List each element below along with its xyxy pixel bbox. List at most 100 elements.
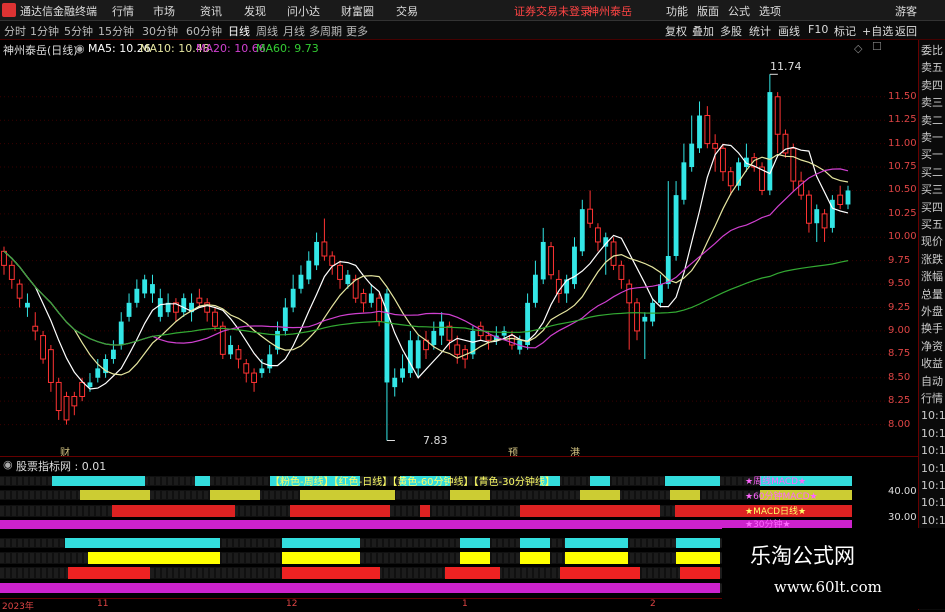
side-panel-item[interactable]: 买三 <box>921 183 943 197</box>
indicator-toggle-icon[interactable]: ◉ <box>3 458 13 471</box>
side-panel-item[interactable]: 10:11 <box>921 462 945 476</box>
ma20-line <box>3 168 849 349</box>
indicator-tick <box>156 477 160 485</box>
indicator-tick <box>366 553 370 563</box>
indicator-tick <box>96 506 100 516</box>
side-panel-item[interactable]: 总量 <box>921 288 943 302</box>
side-panel-item[interactable]: 10:11 <box>921 444 945 458</box>
indicator-tick <box>492 553 496 563</box>
ma60-label: MA60: 9.73 <box>256 42 319 55</box>
indicator-tick <box>528 491 532 499</box>
period-timeshare[interactable]: 分时 <box>4 23 26 39</box>
tool-multistock[interactable]: 多股 <box>720 23 742 39</box>
tool-stats[interactable]: 统计 <box>749 23 771 39</box>
indicator-tick <box>378 553 382 563</box>
indicator-tick <box>738 491 742 499</box>
side-panel-item[interactable]: 买二 <box>921 166 943 180</box>
side-panel-item[interactable]: 10:11 <box>921 409 945 423</box>
indicator-tick <box>42 506 46 516</box>
tool-overlay[interactable]: 叠加 <box>692 23 714 39</box>
menu-ask[interactable]: 问小达 <box>287 3 320 19</box>
candlestick-chart[interactable] <box>0 56 886 456</box>
side-panel-item[interactable]: 净资 <box>921 340 943 354</box>
ma-toggle-icon[interactable]: ◉ <box>75 42 85 55</box>
period-more[interactable]: 更多 <box>346 23 368 39</box>
login-notice[interactable]: 证券交易未登录 <box>514 3 591 19</box>
candle-body <box>118 321 124 345</box>
period-weekly[interactable]: 周线 <box>256 23 278 39</box>
tool-mark[interactable]: 标记 <box>834 23 856 39</box>
indicator-tick <box>456 506 460 516</box>
tag-60min-macd: ★60分钟MACD★ <box>745 492 818 502</box>
side-panel-item[interactable]: 外盘 <box>921 305 943 319</box>
period-daily[interactable]: 日线 <box>228 23 250 39</box>
indicator-tick <box>24 568 28 578</box>
guest-label[interactable]: 游客 <box>895 3 917 19</box>
indicator-tick <box>72 491 76 499</box>
indicator-tick <box>6 506 10 516</box>
menu-function[interactable]: 功能 <box>666 3 688 19</box>
menu-discover[interactable]: 发现 <box>244 3 266 19</box>
candle-body <box>40 335 46 360</box>
indicator-tick <box>450 539 454 547</box>
menu-options[interactable]: 选项 <box>759 3 781 19</box>
side-panel-item[interactable]: 卖四 <box>921 79 943 93</box>
indicator-tick <box>654 568 658 578</box>
indicator-tick <box>630 477 634 485</box>
y-tick-label: 8.00 <box>888 418 911 430</box>
side-panel-item[interactable]: 涨幅 <box>921 270 943 284</box>
period-1min[interactable]: 1分钟 <box>30 23 59 39</box>
side-panel-item[interactable]: 买五 <box>921 218 943 232</box>
side-panel-item[interactable]: 涨跌 <box>921 253 943 267</box>
tool-draw[interactable]: 画线 <box>778 23 800 39</box>
menu-quotes[interactable]: 行情 <box>112 3 134 19</box>
indicator-tick <box>180 477 184 485</box>
period-15min[interactable]: 15分钟 <box>98 23 134 39</box>
indicator-band <box>670 490 700 500</box>
period-5min[interactable]: 5分钟 <box>64 23 93 39</box>
tool-back[interactable]: 返回 <box>895 23 917 39</box>
tool-f10[interactable]: F10 <box>808 23 828 36</box>
indicator-tick <box>0 506 4 516</box>
side-panel-item[interactable]: 换手 <box>921 322 943 336</box>
indicator-tick <box>264 568 268 578</box>
side-panel-item[interactable]: 10:11 <box>921 479 945 493</box>
side-panel-item[interactable]: 卖五 <box>921 61 943 75</box>
menu-wealth[interactable]: 财富圈 <box>341 3 374 19</box>
menu-market[interactable]: 市场 <box>153 3 175 19</box>
indicator-tick <box>246 477 250 485</box>
side-panel-item[interactable]: 自动 <box>921 375 943 389</box>
period-30min[interactable]: 30分钟 <box>142 23 178 39</box>
indicator-tick <box>372 539 376 547</box>
indicator-tick <box>642 477 646 485</box>
indicator-tick <box>642 568 646 578</box>
menu-layout[interactable]: 版面 <box>697 3 719 19</box>
side-panel-item[interactable]: 10:11 <box>921 514 945 528</box>
indicator-tick <box>558 539 562 547</box>
menu-news[interactable]: 资讯 <box>200 3 222 19</box>
side-panel-item[interactable]: 委比 <box>921 44 943 58</box>
period-multi[interactable]: 多周期 <box>309 23 342 39</box>
side-panel-item[interactable]: 卖二 <box>921 114 943 128</box>
side-panel-item[interactable]: 现价 <box>921 235 943 249</box>
indicator-header: ◉ 股票指标网 : 0.01 <box>0 456 918 473</box>
chart-close-icon[interactable]: ☐ <box>872 40 882 53</box>
side-panel-item[interactable]: 买四 <box>921 201 943 215</box>
period-60min[interactable]: 60分钟 <box>186 23 222 39</box>
tool-add-watchlist[interactable]: +自选 <box>862 23 893 39</box>
side-panel-item[interactable]: 收益 <box>921 357 943 371</box>
chart-settings-icon[interactable]: ◇ <box>854 42 862 55</box>
menu-formula[interactable]: 公式 <box>728 3 750 19</box>
menu-trade[interactable]: 交易 <box>396 3 418 19</box>
side-panel-item[interactable]: 买一 <box>921 148 943 162</box>
indicator-tick <box>282 506 286 516</box>
side-panel-item[interactable]: 卖一 <box>921 131 943 145</box>
period-monthly[interactable]: 月线 <box>283 23 305 39</box>
side-panel-item[interactable]: 行情 <box>921 392 943 406</box>
side-panel-item[interactable]: 卖三 <box>921 96 943 110</box>
tool-adjust[interactable]: 复权 <box>665 23 687 39</box>
side-panel-item[interactable]: 10:11 <box>921 427 945 441</box>
side-panel-item[interactable]: 10:11 <box>921 496 945 510</box>
indicator-tick <box>714 491 718 499</box>
indicator-band <box>445 567 500 579</box>
